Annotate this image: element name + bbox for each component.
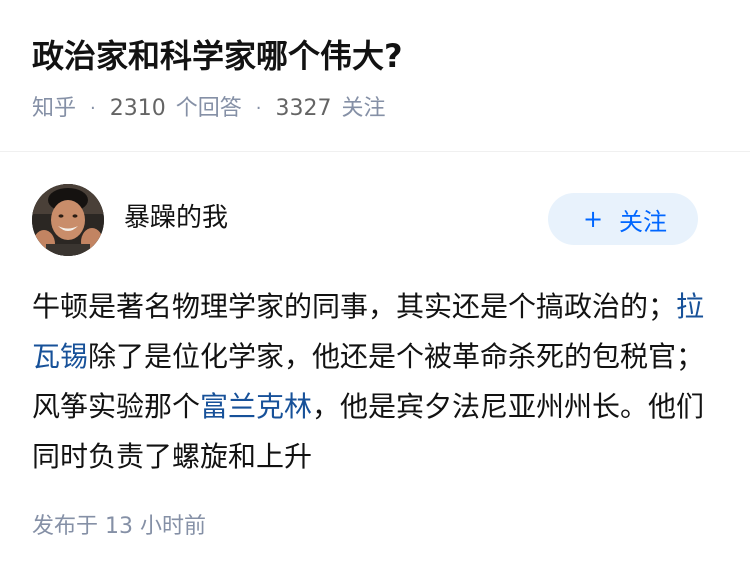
source-label[interactable]: 知乎 [32, 92, 76, 126]
content-text: 牛顿是著名物理学家的同事，其实还是个搞政治的； [32, 290, 677, 323]
answer-count-label: 个回答 [175, 96, 242, 121]
posted-label: 发布于 [32, 514, 99, 539]
separator-dot: · [255, 98, 262, 119]
posted-time[interactable]: 发布于 13 小时前 [32, 510, 206, 544]
question-meta: 知乎 · 2310 个回答 · 3327 关注 [32, 92, 386, 126]
avatar-image [32, 184, 104, 256]
answer-count: 2310 [109, 96, 166, 121]
follow-button-label: 关注 [619, 207, 668, 236]
author-avatar[interactable] [32, 184, 104, 256]
separator-dot: · [90, 98, 96, 119]
plus-icon: + [582, 205, 604, 233]
question-title[interactable]: 政治家和科学家哪个伟大? [32, 32, 403, 80]
header-divider [0, 151, 750, 152]
posted-time-value: 13 小时前 [105, 514, 207, 539]
content-link-franklin[interactable]: 富兰克林 [200, 390, 312, 423]
follow-count-label: 关注 [341, 96, 386, 121]
follow-button[interactable]: + 关注 [548, 193, 698, 245]
answer-content: 牛顿是著名物理学家的同事，其实还是个搞政治的；拉瓦锡除了是位化学家，他还是个被革… [32, 282, 708, 482]
author-name[interactable]: 暴躁的我 [124, 199, 228, 237]
follow-count: 3327 [275, 96, 332, 121]
